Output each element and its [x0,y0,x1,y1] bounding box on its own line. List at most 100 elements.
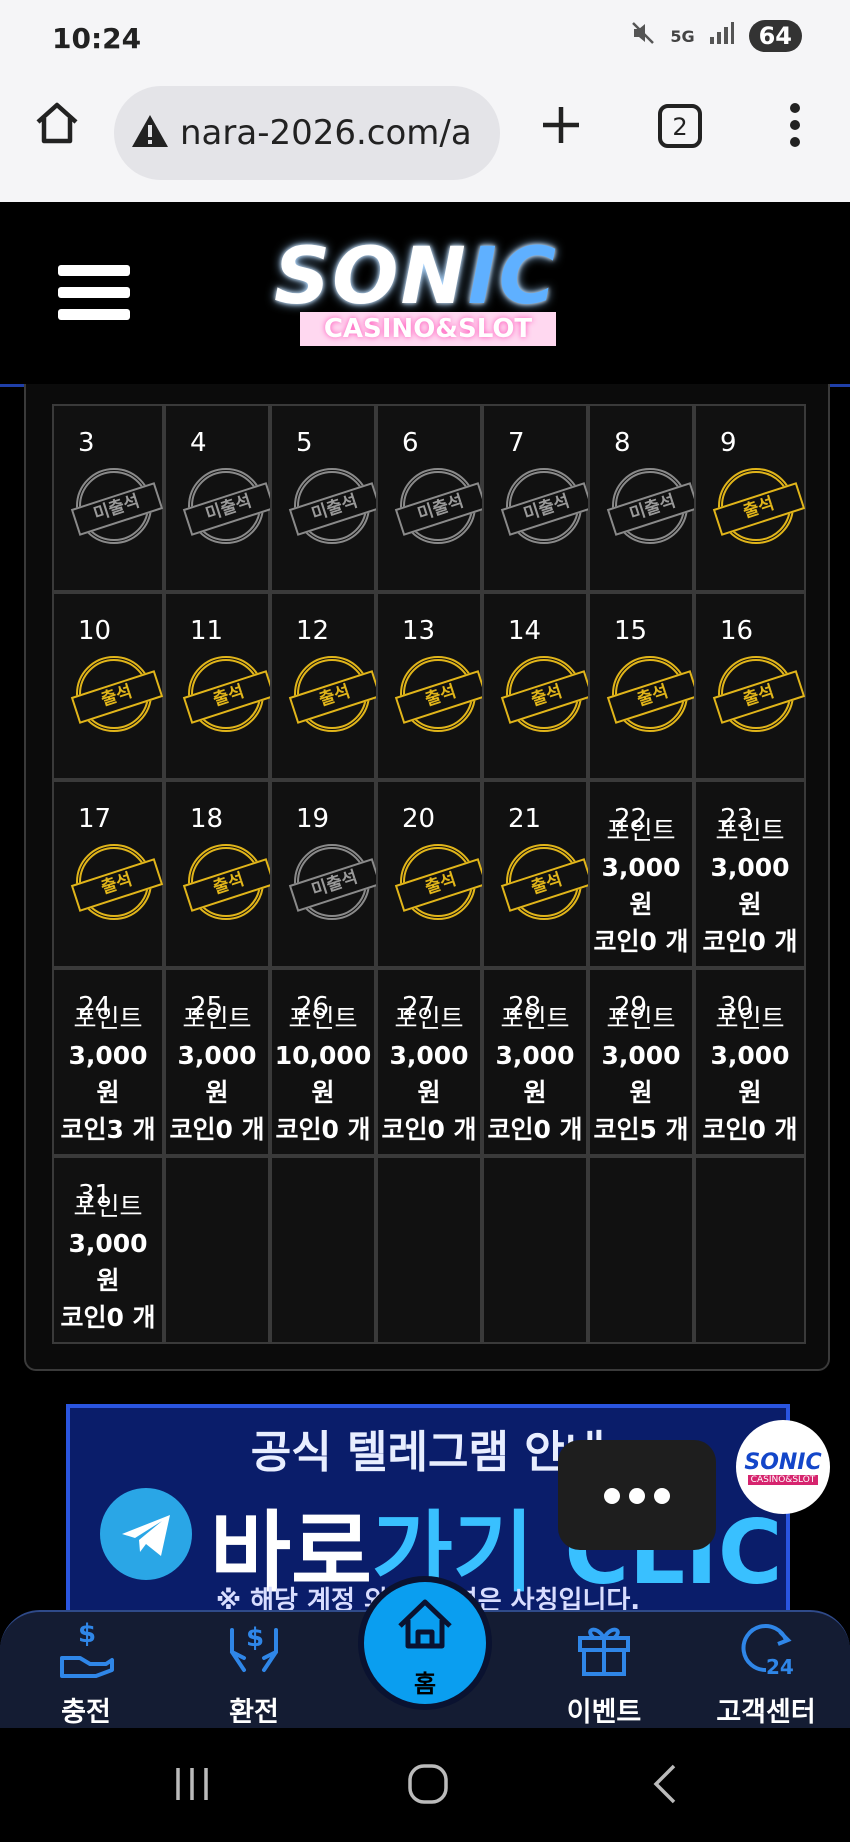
reward-points-label: 포인트 [715,1004,785,1033]
calendar-day-cell: 5 미출석 [270,404,382,592]
reward-info: 포인트 3,000 원 코인0 개 [54,1188,162,1336]
calendar-day-cell: 13 출석 [376,592,488,780]
logo-text: SONIC [274,232,559,322]
calendar-day-cell: 18 출석 [164,780,276,968]
calendar-day-cell: 27 포인트 3,000 원 코인0 개 [376,968,482,1156]
stamp-label: 출석 [712,670,806,724]
mute-icon [630,20,656,52]
calendar-day-cell: 9 출석 [694,404,806,592]
day-number: 16 [720,616,754,646]
calendar-day-cell: 4 미출석 [164,404,276,592]
nav-withdraw-label: 환전 [229,1697,279,1728]
calendar-day-cell [588,1156,694,1344]
absent-stamp-icon: 미출석 [500,468,594,544]
sonic-floating-button[interactable]: SONIC CASINO&SLOT [736,1420,830,1514]
calendar-day-cell: 19 미출석 [270,780,382,968]
dot-icon [604,1488,620,1504]
reward-info: 포인트 3,000 원 코인0 개 [166,1000,268,1148]
calendar-day-cell: 22 포인트 3,000 원 코인0 개 [588,780,694,968]
nav-deposit-label: 충전 [61,1697,111,1728]
new-tab-icon[interactable] [538,102,584,152]
stamp-label: 미출석 [288,858,382,912]
site-logo[interactable]: SONIC CASINO&SLOT [274,232,584,352]
recent-apps-icon[interactable] [172,1764,212,1808]
reward-won: 원 [205,1078,229,1107]
menu-bar-icon [58,265,130,276]
more-vert-icon[interactable] [780,100,810,154]
reward-coins: 코인5 개 [593,1115,689,1144]
calendar-day-cell: 24 포인트 3,000 원 코인3 개 [52,968,164,1156]
calendar-day-cell: 6 미출석 [376,404,488,592]
absent-stamp-icon: 미출석 [182,468,276,544]
nav-home[interactable]: 홈 [358,1576,492,1710]
calendar-day-cell: 23 포인트 3,000 원 코인0 개 [694,780,806,968]
deposit-icon: $ [60,1619,114,1678]
attended-stamp-icon: 출석 [712,656,806,732]
address-bar[interactable]: nara-2026.com/a [114,86,500,180]
stamp-label: 출석 [500,670,594,724]
home-system-icon[interactable] [406,1762,450,1810]
warning-icon[interactable] [130,113,170,153]
reward-points: 10,000 [274,1041,372,1070]
reward-info: 포인트 3,000 원 코인0 개 [696,812,804,960]
nav-support-label: 고객센터 [716,1697,816,1728]
nav-support[interactable]: 24 고객센터 [696,1612,836,1730]
nav-withdraw[interactable]: $ 환전 [184,1612,324,1730]
telegram-icon [100,1488,192,1580]
calendar-day-cell: 28 포인트 3,000 원 코인0 개 [482,968,588,1156]
nav-deposit[interactable]: $ 충전 [16,1612,156,1730]
day-number: 20 [402,804,436,834]
calendar-day-cell [482,1156,588,1344]
reward-won: 원 [417,1078,441,1107]
reward-info: 포인트 3,000 원 코인0 개 [696,1000,804,1148]
reward-points: 3,000 [177,1041,257,1070]
stamp-label: 미출석 [394,482,488,536]
stamp-label: 출석 [500,858,594,912]
calendar-day-cell: 31 포인트 3,000 원 코인0 개 [52,1156,164,1344]
stamp-label: 출석 [394,858,488,912]
menu-button[interactable] [36,254,146,334]
reward-won: 원 [311,1078,335,1107]
reward-points-label: 포인트 [394,1004,464,1033]
network-label: 5G [670,26,695,46]
stamp-label: 출석 [182,670,276,724]
day-number: 10 [78,616,112,646]
browser-toolbar: nara-2026.com/a 2 [0,80,850,202]
status-time: 10:24 [52,22,142,55]
calendar-row: 24 포인트 3,000 원 코인3 개 25 포인트 3,000 원 코인0 개 26 포인트 10… [52,968,828,1156]
calendar-day-cell [376,1156,482,1344]
day-number: 18 [190,804,224,834]
calendar-day-cell: 21 출석 [482,780,594,968]
stamp-label: 미출석 [500,482,594,536]
more-options-button[interactable] [558,1440,716,1550]
day-number: 5 [296,428,313,458]
attended-stamp-icon: 출석 [70,656,164,732]
withdraw-icon: $ [230,1623,278,1672]
home-icon[interactable] [32,98,82,152]
nav-event[interactable]: 이벤트 [534,1612,674,1730]
dot-icon [629,1488,645,1504]
stamp-label: 미출석 [182,482,276,536]
menu-bar-icon [58,309,130,320]
svg-text:24: 24 [766,1655,794,1679]
calendar-day-cell: 26 포인트 10,000 원 코인0 개 [270,968,376,1156]
reward-info: 포인트 3,000 원 코인0 개 [590,812,692,960]
svg-text:$: $ [78,1619,96,1649]
reward-points-label: 포인트 [606,1004,676,1033]
stamp-label: 출석 [288,670,382,724]
stamp-label: 출석 [712,482,806,536]
reward-points-label: 포인트 [73,1192,143,1221]
calendar-day-cell [164,1156,270,1344]
day-number: 13 [402,616,436,646]
calendar-day-cell: 7 미출석 [482,404,594,592]
attendance-calendar: 3 미출석 4 미출석 5 미출석 6 미출석 7 미출석 8 미출석 9 출석 10 출석 11 출석 12 출석 1… [52,404,828,1344]
reward-points-label: 포인트 [500,1004,570,1033]
tab-switcher-button[interactable]: 2 [656,102,704,154]
attended-stamp-icon: 출석 [182,844,276,920]
stamp-label: 미출석 [288,482,382,536]
calendar-day-cell: 12 출석 [270,592,382,780]
reward-info: 포인트 10,000 원 코인0 개 [272,1000,374,1148]
back-icon[interactable] [648,1762,684,1810]
calendar-day-cell: 17 출석 [52,780,164,968]
calendar-row: 17 출석 18 출석 19 미출석 20 출석 21 출석 22 포인트 3,000 원 코인0 개 23 포… [52,780,828,968]
